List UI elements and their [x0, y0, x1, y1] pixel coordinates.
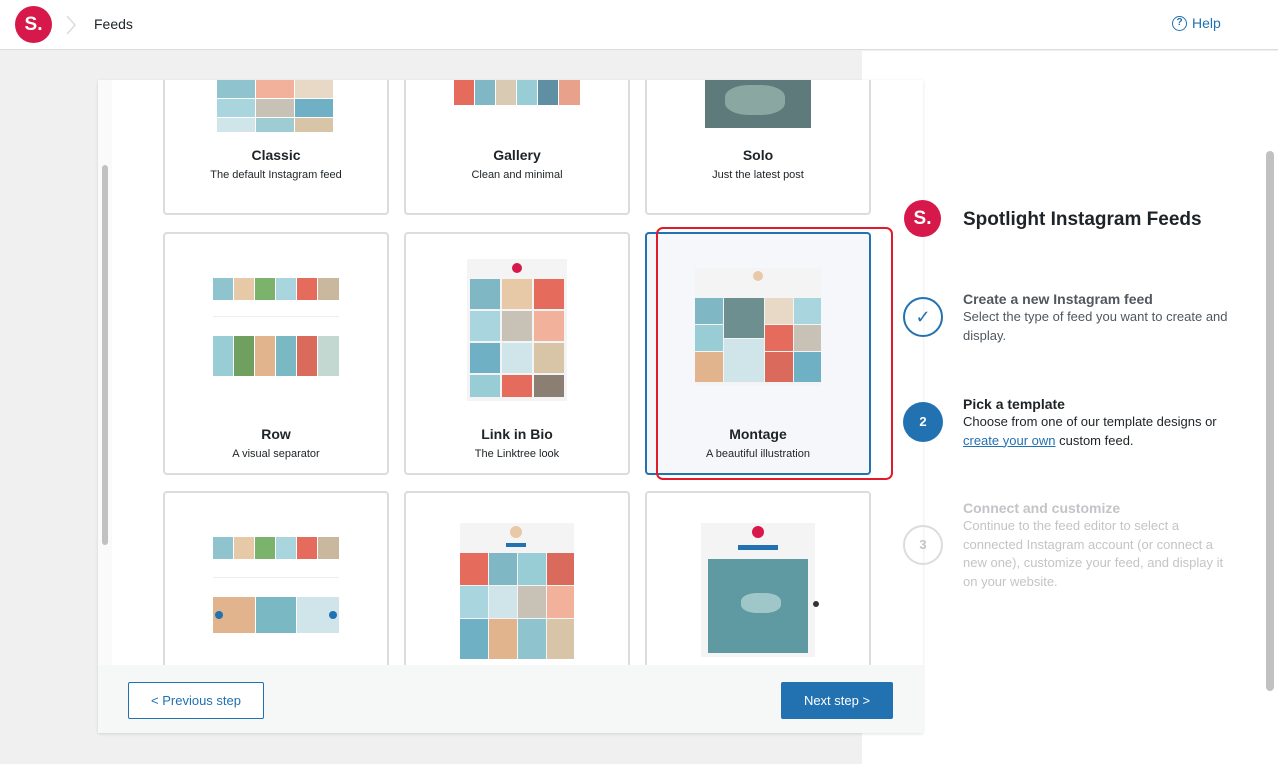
template-name: Solo: [742, 147, 774, 163]
template-name: Gallery: [493, 147, 541, 163]
template-description: The Linktree look: [474, 448, 560, 460]
step-1-description: Select the type of feed you want to crea…: [963, 309, 1228, 343]
step-2-description-text: Choose from one of our template designs …: [963, 414, 1217, 429]
spotlight-brand-logo: S.: [904, 200, 941, 237]
template-classic[interactable]: Classic The default Instagram feed: [163, 80, 389, 215]
chevron-right-icon: [66, 15, 77, 35]
row-preview-top: [213, 278, 339, 300]
step-3-title: Connect and customize: [963, 500, 1121, 516]
next-arrow-icon: [813, 601, 819, 607]
template-link-in-bio[interactable]: Link in Bio The Linktree look: [404, 232, 630, 475]
solo-preview: [705, 80, 811, 128]
step-2-title: Pick a template: [963, 396, 1065, 412]
template-description: A visual separator: [232, 448, 320, 460]
step-2-description: Choose from one of our template designs …: [963, 413, 1238, 450]
step-3-number: 3: [903, 525, 943, 565]
previous-step-button[interactable]: < Previous step: [128, 682, 264, 719]
breadcrumb-feeds[interactable]: Feeds: [94, 16, 133, 32]
help-label: Help: [1192, 15, 1221, 31]
template-picker: Classic The default Instagram feed Galle…: [98, 80, 923, 733]
template-name: Classic: [251, 147, 301, 163]
template-description: Clean and minimal: [471, 169, 563, 181]
help-icon: ?: [1172, 15, 1187, 31]
next-step-button[interactable]: Next step >: [781, 682, 893, 719]
spotlight-logo[interactable]: S.: [15, 6, 52, 43]
template-grid: Classic The default Instagram feed Galle…: [112, 80, 923, 665]
create-your-own-link[interactable]: create your own: [963, 433, 1056, 448]
template-description: Just the latest post: [712, 169, 804, 181]
step-2-number: 2: [903, 402, 943, 442]
row-slider-preview-bottom: [213, 597, 339, 633]
sidebar-title: Spotlight Instagram Feeds: [963, 209, 1202, 230]
row-preview-bottom: [213, 336, 339, 376]
top-bar: S. Feeds ? Help: [0, 0, 1278, 50]
gallery-preview: [454, 80, 580, 105]
template-highlight[interactable]: [645, 491, 871, 665]
wizard-footer: < Previous step Next step >: [98, 665, 923, 733]
template-name: Row: [261, 426, 291, 442]
help-link[interactable]: ? Help: [1172, 15, 1221, 31]
step-2-description-tail: custom feed.: [1055, 432, 1134, 448]
template-description: The default Instagram feed: [210, 169, 342, 181]
grid-profile-preview: [460, 523, 574, 659]
link-in-bio-preview: [467, 259, 567, 401]
template-solo[interactable]: Solo Just the latest post: [645, 80, 871, 215]
step-3-description: Continue to the feed editor to select a …: [963, 518, 1224, 589]
classic-preview: [217, 80, 333, 136]
template-gallery[interactable]: Gallery Clean and minimal: [404, 80, 630, 215]
step-complete-check-icon: ✓: [903, 297, 943, 337]
step-1-title: Create a new Instagram feed: [963, 291, 1153, 307]
highlight-preview: [701, 523, 815, 657]
template-name: Link in Bio: [481, 426, 553, 442]
selection-highlight: [656, 227, 893, 480]
template-row-slider[interactable]: [163, 491, 389, 665]
page-scrollbar-thumb[interactable]: [1266, 151, 1274, 691]
template-scrollbar-thumb[interactable]: [102, 165, 108, 545]
row-slider-preview-top: [213, 537, 339, 559]
page-scrollbar[interactable]: [1262, 51, 1278, 764]
template-row[interactable]: Row A visual separator: [163, 232, 389, 475]
template-scrollbar[interactable]: [98, 80, 112, 665]
template-grid-profile[interactable]: [404, 491, 630, 665]
